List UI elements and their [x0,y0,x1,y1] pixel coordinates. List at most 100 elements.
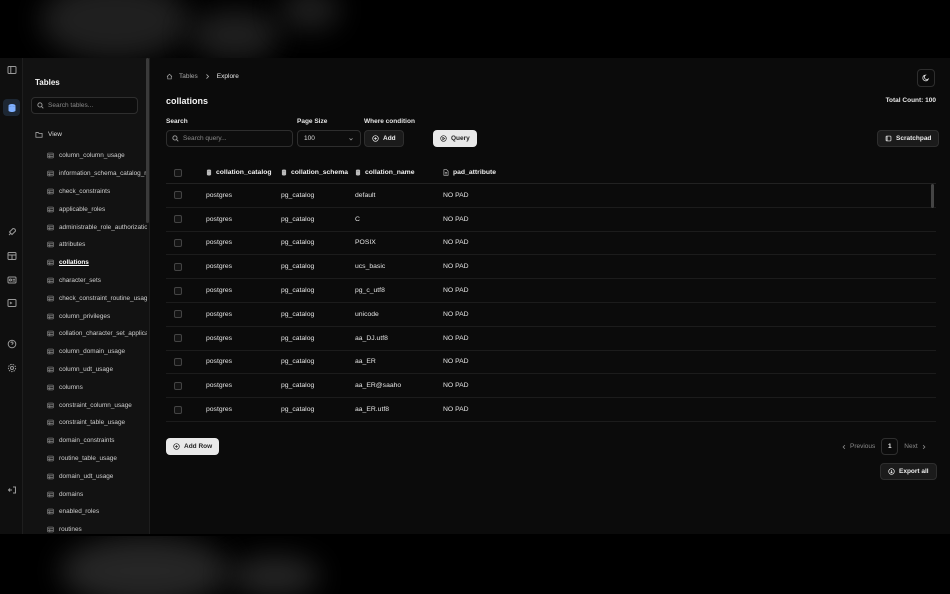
table-row[interactable]: postgres pg_catalog ucs_basic NO PAD [166,255,936,280]
table-row[interactable]: postgres pg_catalog default NO PAD [166,184,936,208]
column-header[interactable]: collation_schema [281,169,355,176]
row-checkbox[interactable] [174,262,182,271]
rocket-icon[interactable] [5,225,18,238]
row-checkbox[interactable] [174,381,182,390]
table-cell[interactable]: NO PAD [443,192,593,199]
table-cell[interactable]: aa_DJ.utf8 [355,335,443,342]
table-cell[interactable]: postgres [206,406,281,413]
sidebar-table-item[interactable]: domain_constraints [47,432,147,450]
sidebar-table-item[interactable]: routines [47,521,147,534]
sidebar-table-item[interactable]: collation_character_set_applicability [47,325,147,343]
sidebar-table-item[interactable]: column_udt_usage [47,361,147,379]
database-icon[interactable] [3,99,20,116]
table-cell[interactable]: pg_catalog [281,287,355,294]
table-cell[interactable]: default [355,192,443,199]
table-cell[interactable]: postgres [206,216,281,223]
sidebar-table-item[interactable]: character_sets [47,272,147,290]
table-cell[interactable]: pg_catalog [281,382,355,389]
table-row[interactable]: postgres pg_catalog pg_c_utf8 NO PAD [166,279,936,303]
breadcrumb-tables[interactable]: Tables [179,73,198,80]
sidebar-table-item[interactable]: collations [47,254,147,272]
table-cell[interactable]: pg_catalog [281,335,355,342]
select-all-checkbox[interactable] [174,168,182,177]
table-cell[interactable]: pg_catalog [281,311,355,318]
table-row[interactable]: postgres pg_catalog POSIX NO PAD [166,232,936,256]
add-condition-button[interactable]: Add [364,130,404,147]
sidebar-table-item[interactable]: check_constraints [47,183,147,201]
current-page-number[interactable]: 1 [881,438,899,455]
row-checkbox[interactable] [174,405,182,414]
page-size-select[interactable]: 100 [297,130,361,147]
sidebar-table-item[interactable]: domain_udt_usage [47,467,147,485]
table-cell[interactable]: NO PAD [443,406,593,413]
table-cell[interactable]: POSIX [355,239,443,246]
table-cell[interactable]: aa_ER [355,358,443,365]
table-cell[interactable]: pg_catalog [281,406,355,413]
previous-page-button[interactable]: Previous [841,443,875,450]
table-cell[interactable]: postgres [206,382,281,389]
row-checkbox[interactable] [174,310,182,319]
theme-toggle-button[interactable] [917,69,935,87]
query-search[interactable] [166,130,293,147]
table-row[interactable]: postgres pg_catalog C NO PAD [166,208,936,232]
table-cell[interactable]: pg_catalog [281,192,355,199]
logout-icon[interactable] [5,483,18,496]
table-cell[interactable]: NO PAD [443,239,593,246]
sidebar-table-item[interactable]: applicable_roles [47,200,147,218]
table-cell[interactable]: postgres [206,192,281,199]
id-card-icon[interactable] [5,273,18,286]
table-cell[interactable]: postgres [206,239,281,246]
table-cell[interactable]: pg_catalog [281,358,355,365]
sidebar-toggle-icon[interactable] [5,63,18,76]
table-cell[interactable]: NO PAD [443,358,593,365]
table-cell[interactable]: NO PAD [443,263,593,270]
sidebar-table-item[interactable]: enabled_roles [47,503,147,521]
sidebar-table-item[interactable]: administrable_role_authorizations [47,218,147,236]
table-icon[interactable] [5,249,18,262]
table-cell[interactable]: aa_ER.utf8 [355,406,443,413]
sidebar-table-item[interactable]: column_privileges [47,307,147,325]
next-page-button[interactable]: Next [904,443,926,450]
table-cell[interactable]: pg_c_utf8 [355,287,443,294]
sidebar-scrollbar[interactable] [146,58,149,223]
home-icon[interactable] [166,73,173,80]
query-button[interactable]: Query [433,130,477,147]
table-cell[interactable]: pg_catalog [281,263,355,270]
table-scrollbar[interactable] [931,184,934,208]
terminal-icon[interactable] [5,296,18,309]
row-checkbox[interactable] [174,334,182,343]
sidebar-search[interactable] [31,97,138,114]
table-cell[interactable]: pg_catalog [281,216,355,223]
column-header[interactable]: pad_attribute [443,169,593,176]
sidebar-table-item[interactable]: information_schema_catalog_name [47,165,147,183]
table-cell[interactable]: C [355,216,443,223]
table-cell[interactable]: NO PAD [443,287,593,294]
table-cell[interactable]: NO PAD [443,311,593,318]
row-checkbox[interactable] [174,238,182,247]
column-header[interactable]: collation_catalog [206,169,281,176]
sidebar-table-item[interactable]: routine_table_usage [47,450,147,468]
table-row[interactable]: postgres pg_catalog aa_ER@saaho NO PAD [166,374,936,399]
table-cell[interactable]: pg_catalog [281,239,355,246]
sidebar-table-item[interactable]: check_constraint_routine_usage [47,289,147,307]
settings-icon[interactable] [5,361,18,374]
table-cell[interactable]: postgres [206,311,281,318]
table-row[interactable]: postgres pg_catalog aa_ER NO PAD [166,351,936,375]
sidebar-table-item[interactable]: attributes [47,236,147,254]
view-group[interactable]: View [35,131,62,138]
table-cell[interactable]: unicode [355,311,443,318]
query-search-input[interactable] [183,135,288,142]
sidebar-search-input[interactable] [48,102,133,109]
sidebar-table-item[interactable]: column_domain_usage [47,343,147,361]
table-cell[interactable]: postgres [206,335,281,342]
table-cell[interactable]: NO PAD [443,382,593,389]
table-row[interactable]: postgres pg_catalog unicode NO PAD [166,303,936,327]
table-cell[interactable]: NO PAD [443,216,593,223]
sidebar-table-item[interactable]: constraint_column_usage [47,396,147,414]
row-checkbox[interactable] [174,191,182,200]
add-row-button[interactable]: Add Row [166,438,220,455]
sidebar-table-item[interactable]: domains [47,485,147,503]
table-cell[interactable]: postgres [206,263,281,270]
table-row[interactable]: postgres pg_catalog aa_DJ.utf8 NO PAD [166,327,936,351]
row-checkbox[interactable] [174,357,182,366]
